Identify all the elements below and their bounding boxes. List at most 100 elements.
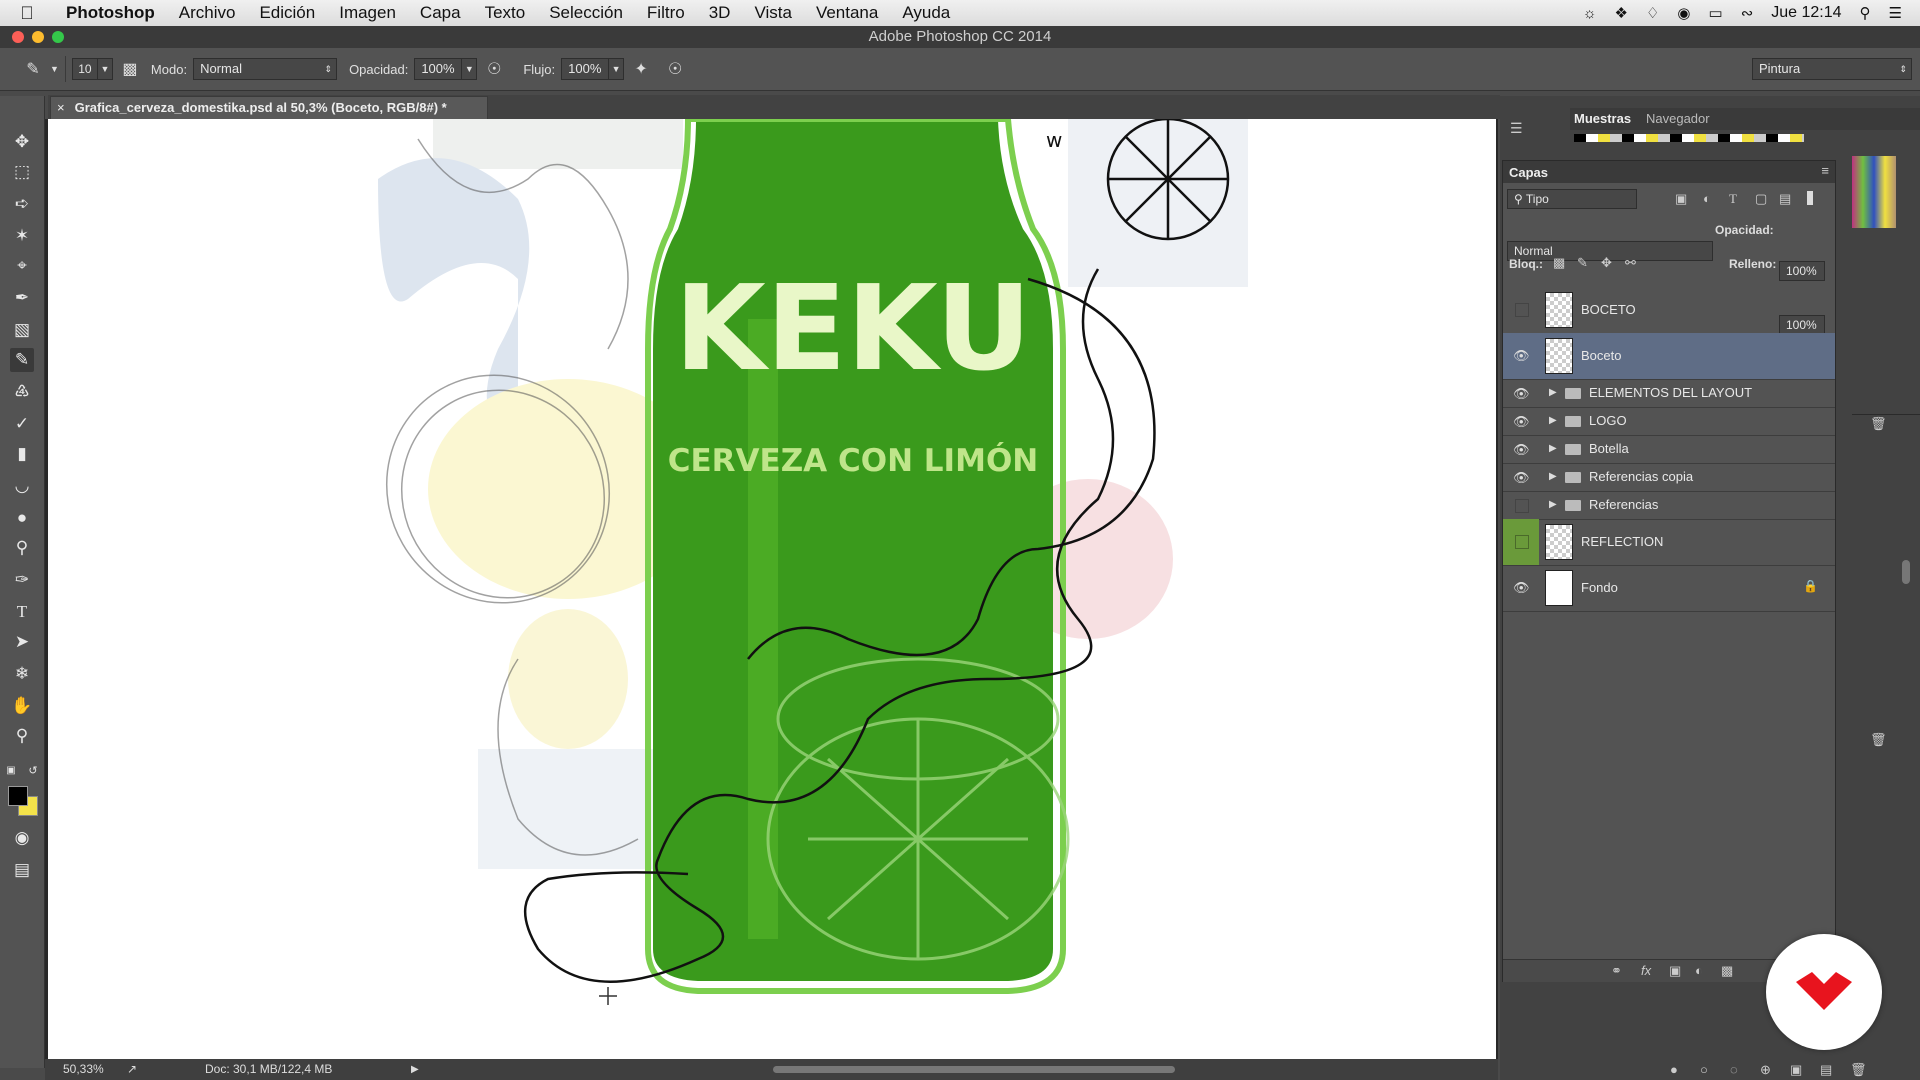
lasso-tool-icon[interactable]: ➪ xyxy=(10,192,34,216)
menu-ayuda[interactable]: Ayuda xyxy=(890,3,962,23)
menu-imagen[interactable]: Imagen xyxy=(327,3,408,23)
filter-type-icon[interactable]: T xyxy=(1729,191,1737,207)
visibility-eye-icon[interactable]: 👁 xyxy=(1513,580,1530,596)
filter-shape-icon[interactable]: ▢ xyxy=(1755,191,1767,207)
trash-icon[interactable]: 🗑 xyxy=(1850,1062,1867,1078)
notification-bell-icon[interactable]: ♢ xyxy=(1646,4,1659,22)
wifi-icon[interactable]: ∾ xyxy=(1741,4,1754,22)
expand-group-icon[interactable]: ▶ xyxy=(1549,471,1557,482)
navigator-tab[interactable]: Navegador xyxy=(1646,111,1710,126)
camera-icon[interactable]: ▣ xyxy=(1790,1062,1802,1078)
visibility-toggle-off[interactable] xyxy=(1515,303,1529,317)
layer-group-row[interactable]: ▶ Referencias xyxy=(1503,491,1835,520)
screen-mode-icon[interactable]: ▤ xyxy=(10,858,34,882)
menu-filtro[interactable]: Filtro xyxy=(635,3,697,23)
eraser-tool-icon[interactable]: ▮ xyxy=(10,442,34,466)
pen-tool-icon[interactable]: ✑ xyxy=(10,568,34,592)
record-icon[interactable]: ◉ xyxy=(1677,4,1690,22)
add-mask-icon[interactable]: ▣ xyxy=(1669,963,1681,979)
menu-ventana[interactable]: Ventana xyxy=(804,3,890,23)
brush-size-field[interactable]: 10 xyxy=(71,58,98,80)
menu-archivo[interactable]: Archivo xyxy=(167,3,248,23)
filter-adjustment-icon[interactable]: ◐ xyxy=(1703,191,1711,206)
opacity-field[interactable]: 100% xyxy=(414,58,463,80)
history-panel-icon[interactable]: ☰ xyxy=(1510,120,1530,140)
history-brush-tool-icon[interactable]: ✓ xyxy=(10,412,34,436)
visibility-eye-icon[interactable]: 👁 xyxy=(1513,386,1530,402)
custom-shape-tool-icon[interactable]: ❄ xyxy=(10,662,34,686)
color-swatches-grid[interactable] xyxy=(1852,156,1896,228)
type-tool-icon[interactable]: T xyxy=(10,600,34,624)
filter-pixel-icon[interactable]: ▣ xyxy=(1675,191,1687,207)
lock-image-icon[interactable]: ✎ xyxy=(1577,255,1588,271)
menu-vista[interactable]: Vista xyxy=(742,3,804,23)
visibility-toggle-off[interactable] xyxy=(1515,535,1529,549)
expand-group-icon[interactable]: ▶ xyxy=(1549,415,1557,426)
filter-toggle-switch[interactable] xyxy=(1807,191,1813,205)
layer-effects-icon[interactable]: fx xyxy=(1641,963,1651,978)
notification-center-icon[interactable]: ☰ xyxy=(1889,4,1902,22)
healing-brush-tool-icon[interactable]: ▧ xyxy=(10,318,34,342)
clone-stamp-tool-icon[interactable]: ♶ xyxy=(10,380,34,404)
zoom-level[interactable]: 50,33% xyxy=(63,1059,104,1080)
visibility-eye-icon[interactable]: 👁 xyxy=(1513,442,1530,458)
trash-icon[interactable]: 🗑 xyxy=(1870,416,1887,432)
layer-group-row[interactable]: 👁 ▶ Botella xyxy=(1503,435,1835,464)
layer-row[interactable]: 👁 Boceto xyxy=(1503,333,1835,380)
dropbox-icon[interactable]: ❖ xyxy=(1615,4,1628,22)
swatches-strip[interactable] xyxy=(1574,134,1804,142)
menu-3d[interactable]: 3D xyxy=(697,3,743,23)
layer-group-row[interactable]: 👁 ▶ ELEMENTOS DEL LAYOUT xyxy=(1503,379,1835,408)
layers-tab[interactable]: Capas xyxy=(1509,165,1548,180)
menu-capa[interactable]: Capa xyxy=(408,3,473,23)
layer-row[interactable]: REFLECTION xyxy=(1503,519,1835,566)
pressure-size-icon[interactable]: ☉ xyxy=(664,59,686,79)
dodge-tool-icon[interactable]: ⚲ xyxy=(10,536,34,560)
workspace-select[interactable]: Pintura ⇕ xyxy=(1752,58,1912,80)
visibility-eye-icon[interactable]: 👁 xyxy=(1513,470,1530,486)
layer-group-row[interactable]: 👁 ▶ Referencias copia xyxy=(1503,463,1835,492)
apple-icon[interactable]:  xyxy=(0,3,54,24)
trash-icon[interactable]: 🗑 xyxy=(1870,732,1887,748)
panel-menu-icon[interactable]: ≡ xyxy=(1821,163,1829,178)
new-document-icon[interactable]: ▤ xyxy=(1820,1062,1832,1078)
quick-mask-icon[interactable]: ◉ xyxy=(10,826,34,850)
layer-filter-select[interactable]: ⚲ Tipo xyxy=(1507,189,1637,209)
close-window-button[interactable] xyxy=(12,31,24,43)
swap-colors-icon[interactable]: ↺ xyxy=(26,764,40,778)
creative-cloud-icon[interactable]: ☼ xyxy=(1583,5,1597,22)
lock-transparency-icon[interactable]: ▩ xyxy=(1553,255,1565,271)
dot-icon[interactable]: ● xyxy=(1670,1062,1678,1077)
flow-field[interactable]: 100% xyxy=(561,58,610,80)
circle-icon[interactable]: ○ xyxy=(1700,1062,1708,1077)
new-group-icon[interactable]: ▩ xyxy=(1721,963,1733,979)
layer-group-row[interactable]: 👁 ▶ LOGO xyxy=(1503,407,1835,436)
marquee-tool-icon[interactable]: ⬚ xyxy=(10,160,34,184)
lock-all-icon[interactable]: ⚯ xyxy=(1625,255,1636,271)
visibility-toggle-off[interactable] xyxy=(1515,499,1529,513)
expand-group-icon[interactable]: ▶ xyxy=(1549,443,1557,454)
brush-panel-toggle-icon[interactable]: ▩ xyxy=(119,59,141,79)
opacity-slider-arrow-icon[interactable]: ▼ xyxy=(462,58,478,80)
airbrush-icon[interactable]: ✦ xyxy=(630,59,652,79)
airplay-icon[interactable]: ▭ xyxy=(1709,4,1723,22)
flow-slider-arrow-icon[interactable]: ▼ xyxy=(609,58,625,80)
filter-smartobject-icon[interactable]: ▤ xyxy=(1779,191,1791,207)
visibility-eye-icon[interactable]: 👁 xyxy=(1513,414,1530,430)
dotted-circle-icon[interactable]: ◌ xyxy=(1730,1062,1738,1077)
spotlight-search-icon[interactable]: ⚲ xyxy=(1860,4,1871,22)
visibility-eye-icon[interactable]: 👁 xyxy=(1513,348,1530,364)
eyedropper-tool-icon[interactable]: ✒ xyxy=(10,286,34,310)
lock-position-icon[interactable]: ✥ xyxy=(1601,255,1612,271)
zoom-tool-icon[interactable]: ⚲ xyxy=(10,724,34,748)
layer-opacity-field[interactable]: 100% xyxy=(1779,261,1825,281)
swatches-tab[interactable]: Muestras xyxy=(1574,111,1631,126)
expand-group-icon[interactable]: ▶ xyxy=(1549,387,1557,398)
close-tab-icon[interactable]: × xyxy=(57,100,65,115)
default-colors-icon[interactable]: ▣ xyxy=(4,764,18,778)
expand-group-icon[interactable]: ▶ xyxy=(1549,499,1557,510)
menu-edicion[interactable]: Edición xyxy=(247,3,327,23)
document-tab[interactable]: × Grafica_cerveza_domestika.psd al 50,3% … xyxy=(50,96,488,119)
zoom-window-button[interactable] xyxy=(52,31,64,43)
horizontal-scrollbar[interactable] xyxy=(773,1066,1175,1073)
